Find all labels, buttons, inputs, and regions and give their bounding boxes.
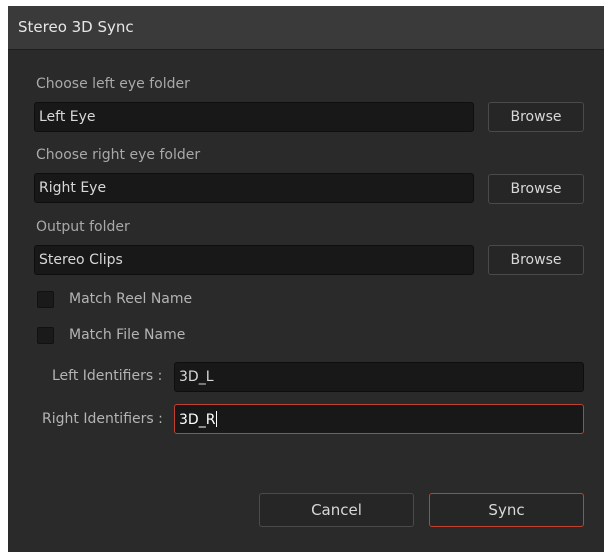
left-identifiers-label: Left Identifiers : (52, 368, 163, 384)
right-identifiers-label: Right Identifiers : (42, 411, 163, 427)
match-reel-name-checkbox[interactable] (37, 291, 54, 308)
cancel-button[interactable]: Cancel (259, 493, 414, 527)
left-eye-folder-input[interactable]: Left Eye (34, 102, 474, 132)
right-identifiers-value: 3D_R (179, 412, 216, 428)
right-eye-folder-label: Choose right eye folder (36, 147, 201, 163)
sync-button[interactable]: Sync (429, 493, 584, 527)
match-file-name-label[interactable]: Match File Name (69, 327, 185, 343)
right-identifiers-input[interactable]: 3D_R (174, 404, 584, 434)
text-caret (216, 411, 218, 427)
output-folder-label: Output folder (36, 219, 130, 235)
match-file-name-checkbox[interactable] (37, 327, 54, 344)
left-eye-folder-label: Choose left eye folder (36, 76, 190, 92)
output-folder-input[interactable]: Stereo Clips (34, 245, 474, 275)
title-bar[interactable]: Stereo 3D Sync (8, 6, 604, 50)
match-reel-name-label[interactable]: Match Reel Name (69, 291, 192, 307)
right-eye-folder-input[interactable]: Right Eye (34, 173, 474, 203)
right-eye-browse-button[interactable]: Browse (488, 174, 584, 204)
left-identifiers-input[interactable]: 3D_L (174, 362, 584, 392)
stereo-3d-sync-dialog: Stereo 3D Sync Choose left eye folder Le… (8, 6, 604, 552)
left-eye-browse-button[interactable]: Browse (488, 102, 584, 132)
dialog-title: Stereo 3D Sync (18, 18, 134, 36)
output-folder-browse-button[interactable]: Browse (488, 245, 584, 275)
